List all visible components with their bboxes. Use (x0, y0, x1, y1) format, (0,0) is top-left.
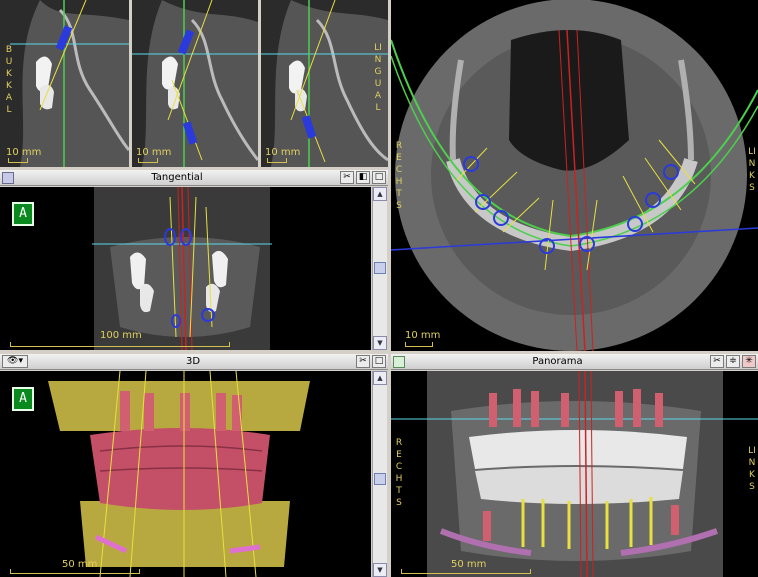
tangential-maximize-button[interactable]: □ (372, 171, 386, 184)
three-d-scale-ruler (10, 569, 140, 574)
three-d-titlebar: 👁▾ 3D ✂ □ (0, 354, 388, 370)
cross-left-scale-ruler (8, 158, 28, 163)
axial-view[interactable]: RECHTS LINKS 10 mm (391, 0, 758, 351)
tangential-image (0, 187, 371, 350)
tangential-title: Tangential (151, 172, 203, 183)
three-d-scroll-down[interactable]: ▼ (373, 563, 387, 577)
cross-section-left-image (0, 0, 129, 167)
axial-right-side-label: RECHTS (395, 141, 403, 211)
panorama-tools-button[interactable]: ✂ (710, 355, 724, 368)
axial-left-side-label: LINKS (748, 147, 756, 193)
tangential-scrollbar[interactable]: ▲ ▼ (372, 187, 387, 350)
panorama-select-checkbox[interactable] (393, 355, 405, 368)
tangential-scale-label: 100 mm (100, 330, 142, 341)
cross-right-scale-label: 10 mm (265, 147, 301, 158)
cross-section-view-right[interactable]: LINGUAL 10 mm (261, 0, 388, 167)
tangential-orientation-badge: A (12, 202, 34, 226)
panorama-view[interactable]: RECHTS LINKS 50 mm (391, 371, 758, 577)
tangential-tools-button[interactable]: ✂ (340, 171, 354, 184)
buccal-side-label: BUKKAL (5, 45, 13, 115)
three-d-maximize-button[interactable]: □ (372, 355, 386, 368)
three-d-scroll-thumb[interactable] (374, 473, 386, 485)
lingual-side-label: LINGUAL (374, 43, 382, 113)
axial-image (391, 0, 758, 351)
cross-left-scale-label: 10 mm (6, 147, 42, 158)
three-d-view[interactable]: A 50 mm (0, 371, 371, 577)
panorama-titlebar: Panorama ✂ ≑ ✳ (391, 354, 758, 370)
tangential-select-checkbox[interactable] (2, 171, 14, 184)
tangential-titlebar: Tangential ✂ ◧ □ (0, 170, 388, 186)
cross-middle-scale-ruler (138, 158, 158, 163)
three-d-scroll-up[interactable]: ▲ (373, 371, 387, 385)
panorama-left-side-label: LINKS (748, 446, 756, 492)
cross-section-middle-image (132, 0, 258, 167)
axial-scale-ruler (405, 342, 433, 347)
cross-right-scale-ruler (267, 158, 287, 163)
panorama-image (391, 371, 758, 577)
cross-section-right-image (261, 0, 388, 167)
tangential-scroll-up[interactable]: ▲ (373, 187, 387, 201)
tangential-scale-ruler (10, 342, 230, 347)
three-d-orientation-badge: A (12, 387, 34, 411)
axial-scale-label: 10 mm (405, 330, 441, 341)
tangential-scroll-down[interactable]: ▼ (373, 336, 387, 350)
panorama-title: Panorama (532, 356, 583, 367)
panorama-highlight-button[interactable]: ✳ (742, 355, 756, 368)
tangential-view[interactable]: A 100 mm (0, 187, 371, 350)
three-d-scrollbar[interactable]: ▲ ▼ (372, 371, 387, 577)
three-d-title: 3D (185, 356, 201, 367)
cross-middle-scale-label: 10 mm (136, 147, 172, 158)
cross-section-view-left[interactable]: BUKKAL 10 mm (0, 0, 129, 167)
panorama-scale-ruler (401, 569, 531, 574)
cross-section-view-middle[interactable]: 10 mm (132, 0, 258, 167)
three-d-render-image (0, 371, 371, 577)
panorama-right-side-label: RECHTS (395, 438, 403, 508)
tangential-split-button[interactable]: ◧ (356, 171, 370, 184)
panorama-slice-button[interactable]: ≑ (726, 355, 740, 368)
three-d-eye-menu-button[interactable]: 👁▾ (2, 355, 28, 368)
tangential-scroll-thumb[interactable] (374, 262, 386, 274)
three-d-tools-button[interactable]: ✂ (356, 355, 370, 368)
